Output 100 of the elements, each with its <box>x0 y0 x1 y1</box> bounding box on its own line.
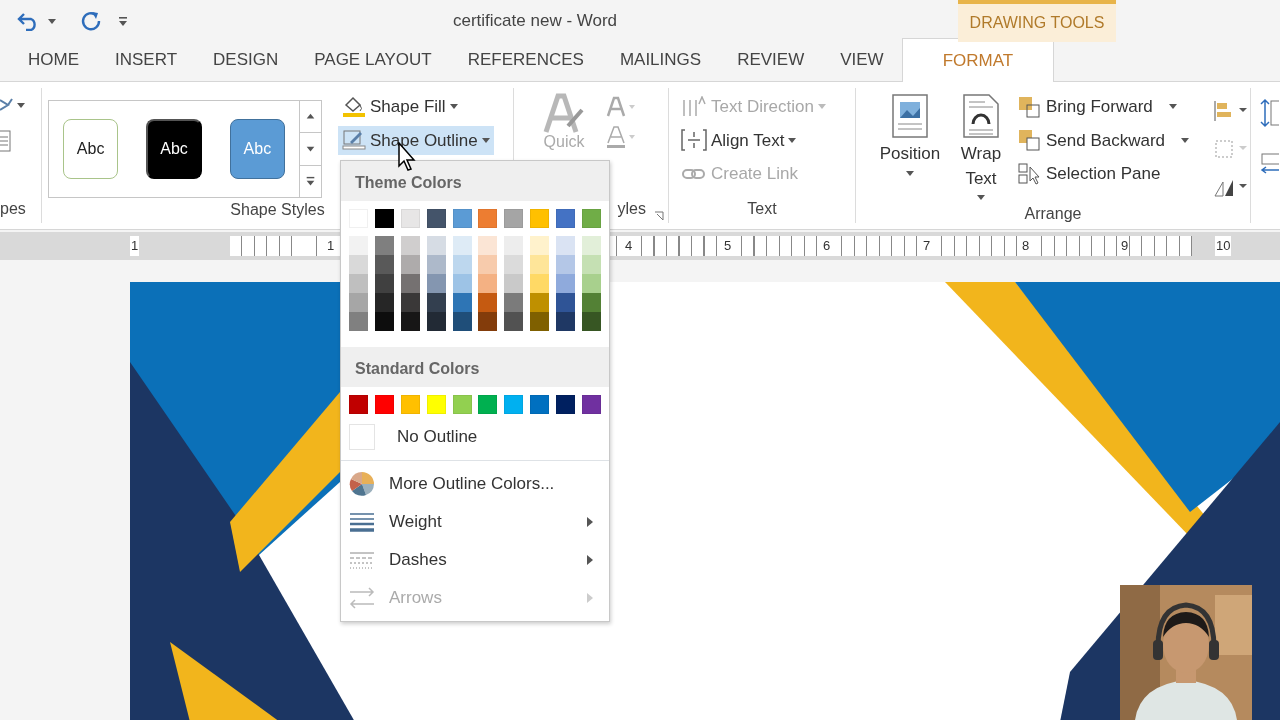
color-swatch[interactable] <box>504 274 524 293</box>
color-swatch[interactable] <box>452 209 472 228</box>
color-swatch[interactable] <box>426 395 446 414</box>
color-swatch[interactable] <box>426 312 446 331</box>
arrange-command-button[interactable]: Send Backward <box>1014 125 1194 155</box>
color-swatch[interactable] <box>452 293 472 312</box>
color-swatch[interactable] <box>452 236 472 255</box>
color-swatch[interactable] <box>478 293 498 312</box>
color-swatch[interactable] <box>530 255 550 274</box>
color-swatch[interactable] <box>349 236 368 255</box>
color-swatch[interactable] <box>374 395 394 414</box>
color-swatch[interactable] <box>349 293 368 312</box>
color-swatch[interactable] <box>374 293 394 312</box>
color-swatch[interactable] <box>478 274 498 293</box>
color-swatch[interactable] <box>581 209 601 228</box>
color-swatch[interactable] <box>478 209 498 228</box>
color-swatch[interactable] <box>374 312 394 331</box>
color-swatch[interactable] <box>452 395 472 414</box>
menu-item[interactable]: Weight <box>341 503 609 541</box>
group-icon[interactable] <box>1213 138 1250 160</box>
color-swatch[interactable] <box>530 209 550 228</box>
color-swatch[interactable] <box>374 236 394 255</box>
color-swatch[interactable] <box>452 274 472 293</box>
color-swatch[interactable] <box>504 293 524 312</box>
color-swatch[interactable] <box>400 274 420 293</box>
color-swatch[interactable] <box>478 236 498 255</box>
color-swatch[interactable] <box>478 395 498 414</box>
color-swatch[interactable] <box>530 274 550 293</box>
color-swatch[interactable] <box>504 395 524 414</box>
dialog-launcher-icon[interactable] <box>654 211 664 221</box>
color-swatch[interactable] <box>530 395 550 414</box>
color-swatch[interactable] <box>504 312 524 331</box>
ribbon-tab[interactable]: DESIGN <box>195 45 297 81</box>
color-swatch[interactable] <box>556 209 575 228</box>
ribbon-tab[interactable]: PAGE LAYOUT <box>296 45 450 81</box>
color-swatch[interactable] <box>581 395 601 414</box>
color-swatch[interactable] <box>349 274 368 293</box>
color-swatch[interactable] <box>556 236 575 255</box>
color-swatch[interactable] <box>530 312 550 331</box>
color-swatch[interactable] <box>426 274 446 293</box>
style-preset[interactable]: Abc <box>63 119 119 179</box>
shape-outline-button[interactable]: Shape Outline <box>338 125 494 155</box>
color-swatch[interactable] <box>581 274 601 293</box>
color-swatch[interactable] <box>556 274 575 293</box>
color-swatch[interactable] <box>504 255 524 274</box>
text-box-icon[interactable] <box>0 130 12 152</box>
color-swatch[interactable] <box>556 293 575 312</box>
align-icon[interactable] <box>1213 100 1250 122</box>
color-swatch[interactable] <box>374 274 394 293</box>
align-text-button[interactable]: Align Text <box>677 125 855 155</box>
height-icon[interactable] <box>1259 98 1279 128</box>
edit-shape-icon[interactable] <box>0 96 26 114</box>
color-swatch[interactable] <box>400 395 420 414</box>
ribbon-tab[interactable]: MAILINGS <box>601 45 720 81</box>
color-swatch[interactable] <box>400 255 420 274</box>
color-swatch[interactable] <box>556 312 575 331</box>
color-swatch[interactable] <box>400 209 420 228</box>
color-swatch[interactable] <box>374 255 394 274</box>
color-swatch[interactable] <box>452 255 472 274</box>
color-swatch[interactable] <box>400 312 420 331</box>
color-swatch[interactable] <box>426 293 446 312</box>
customize-icon[interactable] <box>118 15 128 27</box>
ribbon-tab[interactable]: INSERT <box>97 45 196 81</box>
color-swatch[interactable] <box>426 236 446 255</box>
large-command-button[interactable]: Position <box>872 92 948 203</box>
color-swatch[interactable] <box>478 312 498 331</box>
color-swatch[interactable] <box>504 236 524 255</box>
color-swatch[interactable] <box>581 293 601 312</box>
arrange-command-button[interactable]: Bring Forward <box>1014 92 1194 122</box>
caret-icon[interactable] <box>48 18 56 24</box>
color-swatch[interactable] <box>349 312 368 331</box>
menu-item[interactable]: No Outline <box>341 418 609 456</box>
large-command-button[interactable]: Wrap Text <box>952 92 1010 203</box>
color-swatch[interactable] <box>374 209 394 228</box>
width-icon[interactable] <box>1259 152 1279 176</box>
color-swatch[interactable] <box>504 209 524 228</box>
menu-item[interactable]: More Outline Colors... <box>341 465 609 503</box>
style-preset[interactable]: Abc <box>146 119 202 179</box>
color-swatch[interactable] <box>452 312 472 331</box>
color-swatch[interactable] <box>400 293 420 312</box>
color-swatch[interactable] <box>556 255 575 274</box>
color-swatch[interactable] <box>581 312 601 331</box>
color-swatch[interactable] <box>530 293 550 312</box>
arrange-command-button[interactable]: Selection Pane <box>1014 159 1194 189</box>
redo-icon[interactable] <box>80 10 102 32</box>
ribbon-tab[interactable]: REVIEW <box>719 45 823 81</box>
color-swatch[interactable] <box>349 255 368 274</box>
color-swatch[interactable] <box>581 255 601 274</box>
color-swatch[interactable] <box>556 395 575 414</box>
color-swatch[interactable] <box>349 395 368 414</box>
color-swatch[interactable] <box>478 255 498 274</box>
shape-fill-button[interactable]: Shape Fill <box>338 92 494 122</box>
ribbon-tab[interactable]: REFERENCES <box>449 45 602 81</box>
color-swatch[interactable] <box>426 255 446 274</box>
text-outline-icon[interactable] <box>606 126 636 148</box>
ribbon-tab[interactable]: HOME <box>10 45 97 81</box>
color-swatch[interactable] <box>530 236 550 255</box>
color-swatch[interactable] <box>400 236 420 255</box>
color-swatch[interactable] <box>581 236 601 255</box>
text-fill-icon[interactable] <box>606 96 636 118</box>
